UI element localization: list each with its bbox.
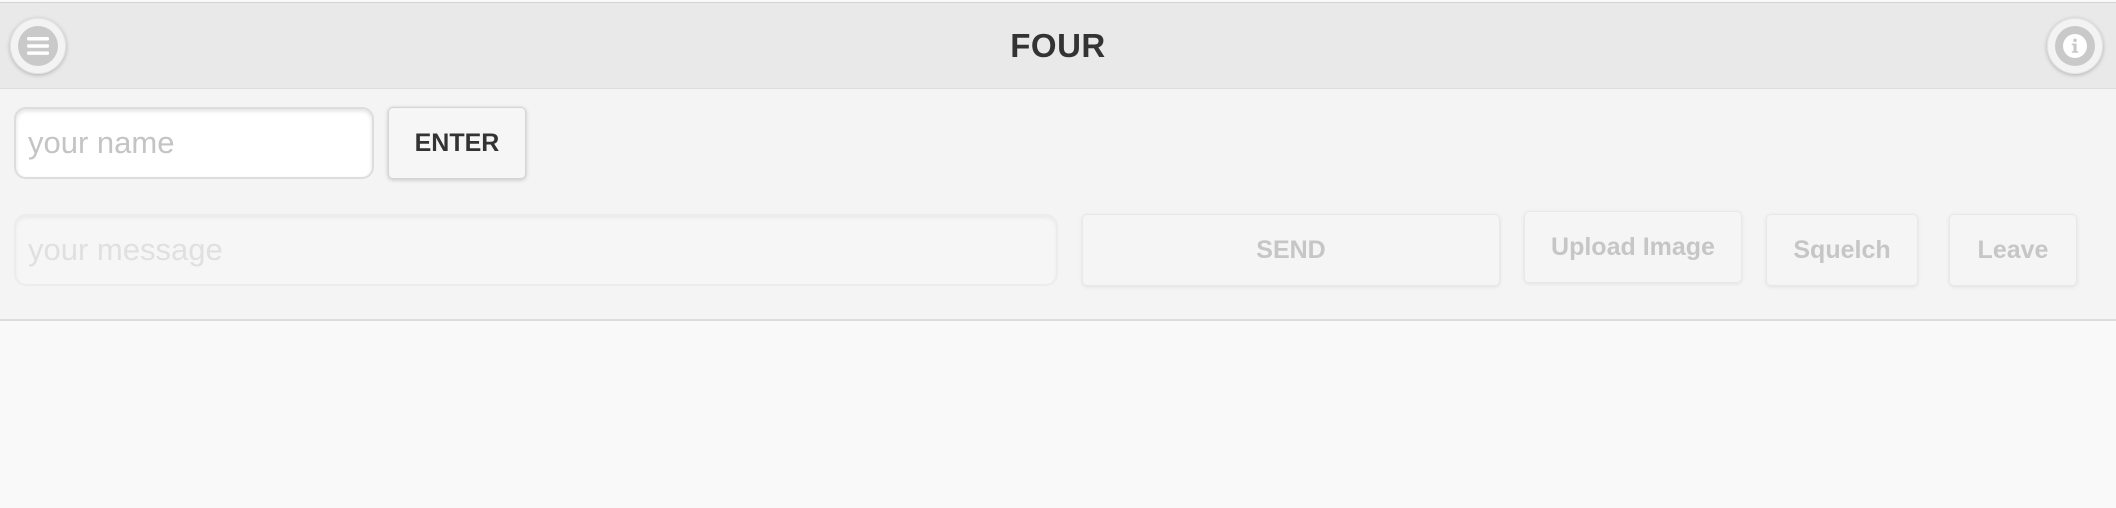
send-button[interactable]: SEND (1082, 214, 1500, 286)
leave-button[interactable]: Leave (1949, 214, 2077, 286)
squelch-button[interactable]: Squelch (1766, 214, 1918, 286)
chat-toolbar: ENTER SEND Upload Image Squelch Leave (0, 89, 2116, 321)
message-area (0, 321, 2116, 508)
info-button[interactable] (2047, 18, 2103, 74)
info-icon (2063, 34, 2087, 58)
app: FOUR ENTER SEND Upload Image Squelch Lea… (0, 0, 2116, 508)
name-input[interactable] (14, 107, 374, 179)
enter-button[interactable]: ENTER (388, 107, 526, 179)
upload-image-button[interactable]: Upload Image (1524, 211, 1742, 283)
page-title: FOUR (1010, 27, 1106, 64)
header-bar: FOUR (0, 2, 2116, 89)
message-input[interactable] (14, 214, 1058, 286)
